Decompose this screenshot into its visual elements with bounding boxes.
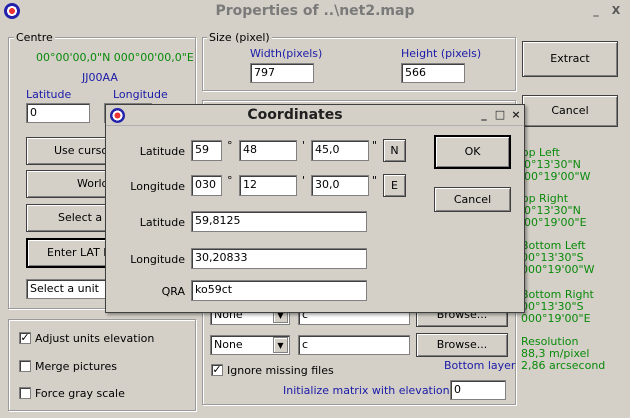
init-matrix-label: Initialize matrix with elevation (m) <box>283 384 473 397</box>
centre-latitude-input[interactable]: 0 <box>26 103 90 123</box>
title-bar: Properties of ..\net2.map _ X <box>0 0 630 22</box>
force-gray-checkbox[interactable] <box>19 387 31 399</box>
layer-select-bottom[interactable]: None ▼ <box>210 335 290 355</box>
centre-coords: 00°00'00,0"N 000°00'00,0"E <box>36 51 194 64</box>
bottom-right-lon: 000°19'00"E <box>521 312 591 325</box>
coordinates-dialog: Coordinates _ □ × Latitude 59 ° 48 ' 45,… <box>105 104 525 313</box>
extract-button[interactable]: Extract <box>522 41 618 77</box>
centre-locator: JJ00AA <box>82 71 118 84</box>
dialog-cancel-button[interactable]: Cancel <box>434 187 511 212</box>
dialog-ok-button[interactable]: OK <box>434 135 511 169</box>
dialog-minimize-icon[interactable]: _ <box>476 107 492 123</box>
qra-label: QRA <box>161 285 185 298</box>
merge-pictures-checkbox[interactable] <box>19 360 31 372</box>
height-input[interactable]: 566 <box>401 63 465 83</box>
dialog-title-bar: Coordinates _ □ × <box>106 105 524 126</box>
centre-latitude-label: Latitude <box>26 88 72 101</box>
chevron-down-icon: ▼ <box>273 337 288 353</box>
lon-seconds-input[interactable]: 30,0 <box>311 175 369 196</box>
lat-minutes-input[interactable]: 48 <box>239 140 297 161</box>
window-title: Properties of ..\net2.map <box>215 3 415 19</box>
dms-latitude-label: Latitude <box>139 145 185 158</box>
lat-seconds-input[interactable]: 45,0 <box>311 140 369 161</box>
decimal-latitude-label: Latitude <box>139 216 185 229</box>
resolution-arcsecond: 2,86 arcsecond <box>521 359 606 372</box>
top-right-lon: 000°19'00"E <box>517 216 587 229</box>
init-matrix-input[interactable]: 0 <box>450 380 506 400</box>
dialog-maximize-icon[interactable]: □ <box>492 107 508 123</box>
adjust-units-label: Adjust units elevation <box>35 332 155 345</box>
width-input[interactable]: 797 <box>250 63 314 83</box>
centre-longitude-label: Longitude <box>113 88 168 101</box>
lat-second-symbol: " <box>372 139 378 152</box>
close-icon[interactable]: X <box>608 3 624 19</box>
lat-degrees-input[interactable]: 59 <box>191 140 222 161</box>
merge-pictures-label: Merge pictures <box>35 360 117 373</box>
lon-degrees-input[interactable]: 030 <box>191 175 222 196</box>
minimize-icon[interactable]: _ <box>588 3 604 19</box>
lat-minute-symbol: ' <box>302 139 306 152</box>
lon-minutes-input[interactable]: 12 <box>239 175 297 196</box>
bottom-left-lon: 000°19'00"W <box>521 263 595 276</box>
dialog-close-icon[interactable]: × <box>508 107 524 123</box>
force-gray-label: Force gray scale <box>35 387 125 400</box>
cancel-button[interactable]: Cancel <box>522 95 618 127</box>
lat-hemisphere-button[interactable]: N <box>383 139 406 162</box>
layer-select-bottom-value: None <box>214 338 243 351</box>
lon-minute-symbol: ' <box>302 174 306 187</box>
decimal-longitude-input[interactable]: 30,20833 <box>191 248 367 269</box>
top-left-lon: 000°19'00"W <box>517 170 591 183</box>
height-label: Height (pixels) <box>401 47 482 60</box>
lon-second-symbol: " <box>372 174 378 187</box>
width-label: Width(pixels) <box>250 47 323 60</box>
properties-window: Properties of ..\net2.map _ X Centre 00°… <box>0 0 630 418</box>
qra-input[interactable]: ko59ct <box>191 280 367 301</box>
centre-group-label: Centre <box>14 31 55 44</box>
ignore-missing-label: Ignore missing files <box>227 364 334 377</box>
browse-button-bottom[interactable]: Browse... <box>416 333 508 357</box>
decimal-latitude-input[interactable]: 59,8125 <box>191 211 367 232</box>
adjust-units-checkbox[interactable]: ✓ <box>19 332 31 344</box>
decimal-longitude-label: Longitude <box>130 253 185 266</box>
dialog-title: Coordinates <box>247 107 343 123</box>
ignore-missing-checkbox[interactable]: ✓ <box>211 364 223 376</box>
layer-path-bottom[interactable]: c <box>298 335 410 355</box>
lon-degree-symbol: ° <box>227 174 233 187</box>
size-group-label: Size (pixel) <box>207 31 272 44</box>
lat-degree-symbol: ° <box>227 139 233 152</box>
unit-select-value: Select a unit <box>30 282 99 295</box>
lon-hemisphere-button[interactable]: E <box>383 174 406 197</box>
dms-longitude-label: Longitude <box>130 180 185 193</box>
bottom-layer-label: Bottom layer <box>444 359 516 372</box>
